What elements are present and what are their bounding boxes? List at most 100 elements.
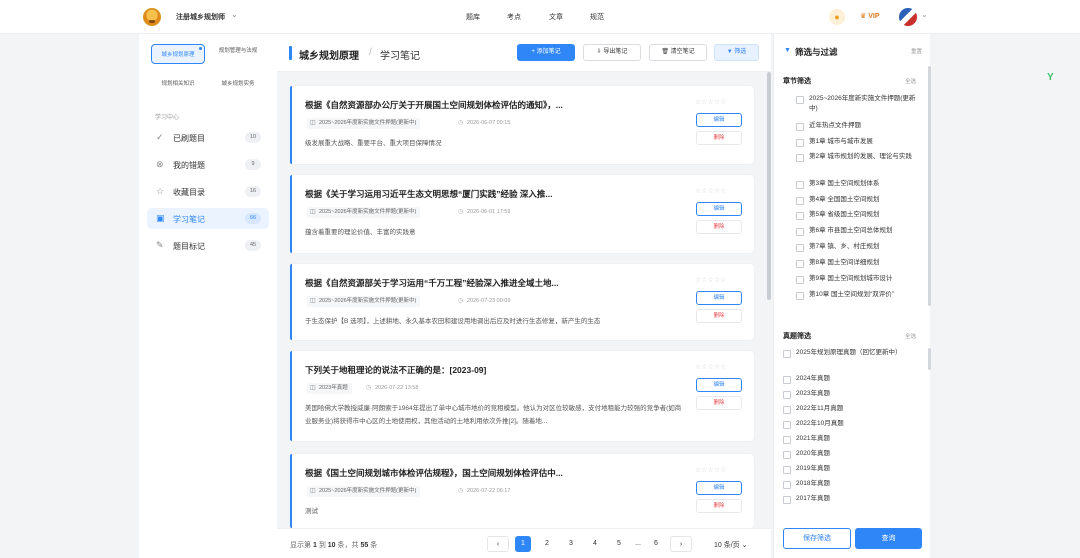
clear-notes-button[interactable]: 🗑 清空笔记 (649, 44, 707, 61)
note-title[interactable]: 根据《自然资源部关于学习运用“千万工程”经验深入推进全域土地... (305, 277, 559, 289)
star-rating[interactable]: ☆☆☆☆☆ (695, 276, 726, 284)
delete-button[interactable]: 删除 (696, 499, 742, 513)
chapter-checkbox[interactable] (796, 197, 804, 205)
chevron-down-icon[interactable]: ⌄ (231, 10, 238, 19)
note-card[interactable]: 根据《自然资源部办公厅关于开展国土空间规划体检评估的通知》，... 2025~2… (290, 86, 754, 164)
page-button-1[interactable]: 1 (515, 536, 531, 552)
delete-button[interactable]: 删除 (696, 220, 742, 234)
filter-scrollbar[interactable] (928, 348, 931, 370)
nav-item-key-points[interactable]: 考点 (507, 12, 521, 22)
page-size-select[interactable]: 10 条/页 ⌄ (714, 540, 748, 550)
nav-item-question-bank[interactable]: 题库 (466, 12, 480, 22)
exam-checkbox[interactable] (783, 466, 791, 474)
exam-checkbox[interactable] (783, 376, 791, 384)
chapter-checkbox[interactable] (796, 292, 804, 300)
chapter-label[interactable]: 第7章 镇、乡、村庄规划 (809, 242, 917, 252)
exam-select-all[interactable]: 全选 (905, 332, 916, 340)
chapter-label[interactable]: 近年热点文件押题 (809, 121, 917, 131)
save-filter-button[interactable]: 保存筛选 (783, 528, 851, 549)
filter-button[interactable]: ▼ 筛选 (714, 44, 759, 61)
note-title[interactable]: 下列关于地租理论的说法不正确的是：[2023-09] (305, 364, 486, 376)
nav-item-standards[interactable]: 规范 (590, 12, 604, 22)
brand-title[interactable]: 注册城乡规划师 (176, 12, 225, 22)
page-button-6[interactable]: 6 (648, 536, 664, 552)
scrollbar[interactable] (767, 72, 771, 300)
floating-assistant-icon[interactable]: Y (1047, 72, 1054, 83)
exam-label[interactable]: 2023年真题 (796, 389, 904, 399)
exam-checkbox[interactable] (783, 350, 791, 358)
note-card[interactable]: 根据《自然资源部关于学习运用“千万工程”经验深入推进全域土地... 2025~2… (290, 264, 754, 340)
exam-label[interactable]: 2022年11月真题 (796, 404, 904, 414)
next-page-button[interactable]: › (670, 536, 692, 552)
exam-label[interactable]: 2024年真题 (796, 374, 904, 384)
delete-button[interactable]: 删除 (696, 309, 742, 323)
menu-item-notes[interactable]: ▣ 学习笔记 66 (147, 208, 269, 229)
delete-button[interactable]: 删除 (696, 131, 742, 145)
star-rating[interactable]: ☆☆☆☆☆ (695, 187, 726, 195)
exam-checkbox[interactable] (783, 406, 791, 414)
subject-tab-management[interactable]: 规划管理与法规 (211, 44, 265, 64)
exam-checkbox[interactable] (783, 451, 791, 459)
chevron-down-icon[interactable]: ⌄ (921, 10, 928, 19)
chapter-checkbox[interactable] (796, 139, 804, 147)
exam-label[interactable]: 2022年10月真题 (796, 419, 904, 429)
subject-tab-practice[interactable]: 城乡规划实务 (211, 74, 265, 94)
chapter-label[interactable]: 第5章 省级国土空间规划 (809, 210, 917, 220)
note-card[interactable]: 根据《国土空间规划城市体检评估规程》，国土空间规划体检评估中... 2025~2… (290, 454, 754, 528)
edit-button[interactable]: 编辑 (696, 378, 742, 392)
note-card[interactable]: 下列关于地租理论的说法不正确的是：[2023-09] 2023年真题 2026-… (290, 351, 754, 441)
avatar[interactable] (899, 8, 917, 26)
exam-checkbox[interactable] (783, 391, 791, 399)
export-notes-button[interactable]: ⇩ 导出笔记 (583, 44, 641, 61)
logo-icon[interactable] (143, 8, 161, 26)
page-button-3[interactable]: 3 (563, 536, 579, 552)
note-title[interactable]: 根据《国土空间规划城市体检评估规程》，国土空间规划体检评估中... (305, 467, 563, 479)
chapter-checkbox[interactable] (796, 276, 804, 284)
exam-label[interactable]: 2018年真题 (796, 479, 904, 489)
edit-button[interactable]: 编辑 (696, 113, 742, 127)
prev-page-button[interactable]: ‹ (487, 536, 509, 552)
chapter-label[interactable]: 第4章 全国国土空间规划 (809, 195, 917, 205)
exam-checkbox[interactable] (783, 421, 791, 429)
chapter-checkbox[interactable] (796, 181, 804, 189)
menu-item-wrong[interactable]: ⊗ 我的错题 9 (147, 154, 269, 175)
chapter-checkbox[interactable] (796, 228, 804, 236)
exam-checkbox[interactable] (783, 481, 791, 489)
filter-scrollbar[interactable] (928, 66, 931, 306)
exam-checkbox[interactable] (783, 496, 791, 504)
reset-link[interactable]: 重置 (911, 47, 922, 55)
edit-button[interactable]: 编辑 (696, 291, 742, 305)
chapter-checkbox[interactable] (796, 244, 804, 252)
nav-item-articles[interactable]: 文章 (549, 12, 563, 22)
edit-button[interactable]: 编辑 (696, 481, 742, 495)
exam-label[interactable]: 2020年真题 (796, 449, 904, 459)
note-card[interactable]: 根据《关于学习运用习近平生态文明思想“厦门实践”经验 深入推... 2025~2… (290, 175, 754, 253)
exam-checkbox[interactable] (783, 436, 791, 444)
star-rating[interactable]: ☆☆☆☆☆ (695, 98, 726, 106)
chapter-checkbox[interactable] (796, 260, 804, 268)
chapter-label[interactable]: 第10章 国土空间规划“双评价” (809, 290, 917, 300)
subject-tab-principles[interactable]: 城乡规划原理 (151, 44, 205, 64)
chapter-checkbox[interactable] (796, 96, 804, 104)
chapter-label[interactable]: 第9章 国土空间规划城市设计 (809, 274, 917, 284)
add-note-button[interactable]: + 添加笔记 (517, 44, 575, 61)
chapter-label[interactable]: 第2章 城市规划的发展、理论与实践 (809, 152, 917, 162)
vip-badge[interactable]: ♛ VIP (860, 12, 880, 20)
chapter-select-all[interactable]: 全选 (905, 77, 916, 85)
chapter-label[interactable]: 第8章 国土空间详细规划 (809, 258, 917, 268)
chapter-checkbox[interactable] (796, 154, 804, 162)
star-rating[interactable]: ☆☆☆☆☆ (695, 466, 726, 474)
exam-label[interactable]: 2019年真题 (796, 464, 904, 474)
note-title[interactable]: 根据《自然资源部办公厅关于开展国土空间规划体检评估的通知》，... (305, 99, 563, 111)
chapter-label[interactable]: 第6章 市县国土空间总体规划 (809, 226, 917, 236)
page-button-4[interactable]: 4 (587, 536, 603, 552)
menu-item-marks[interactable]: ✎ 题目标记 45 (147, 235, 269, 256)
menu-item-favorites[interactable]: ☆ 收藏目录 16 (147, 181, 269, 202)
chapter-checkbox[interactable] (796, 212, 804, 220)
subject-tab-related-knowledge[interactable]: 规划相关知识 (151, 74, 205, 94)
query-button[interactable]: 查询 (855, 528, 922, 549)
page-button-2[interactable]: 2 (539, 536, 555, 552)
breadcrumb-subject[interactable]: 城乡规划原理 (299, 47, 359, 62)
lightbulb-icon[interactable]: ● (829, 9, 845, 25)
exam-label[interactable]: 2025年规划原理真题（回忆更新中） (796, 348, 914, 358)
